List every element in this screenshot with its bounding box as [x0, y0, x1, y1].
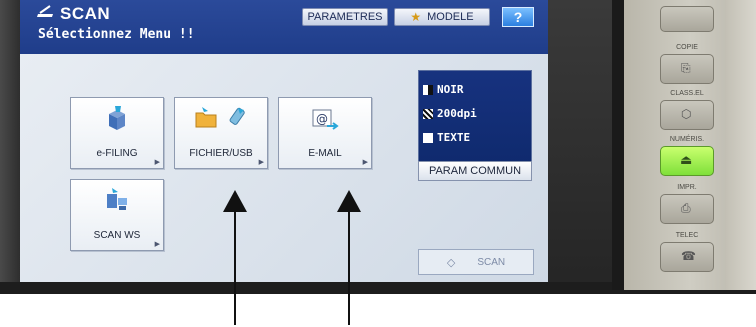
page-subtitle: Sélectionnez Menu !!	[38, 27, 195, 42]
annotation-arrow-head-email	[337, 190, 361, 212]
resolution-icon	[423, 108, 433, 119]
printer-icon: ⎙	[681, 201, 691, 215]
impr-key-label: IMPR.	[677, 184, 697, 191]
expand-arrow-icon: ▶	[154, 241, 160, 248]
copie-key-label: COPIE	[676, 44, 698, 51]
annotation-arrow-line-email	[348, 210, 350, 325]
copy-icon: ⎘	[681, 61, 691, 75]
menu-tile-email[interactable]: @ E-MAIL ▶	[278, 97, 372, 169]
top-hardware-button[interactable]	[660, 6, 714, 32]
color-mode-value: NOIR	[437, 83, 464, 96]
parametres-button[interactable]: PARAMETRES	[302, 8, 388, 26]
menu-tile-scan-ws[interactable]: SCAN WS ▶	[70, 179, 164, 251]
header-bar: SCAN Sélectionnez Menu !! PARAMETRES ★ M…	[20, 0, 548, 54]
menu-tile-label: SCAN WS	[93, 230, 141, 241]
original-mode-icon	[423, 132, 433, 143]
menu-tile-fichier-usb[interactable]: FICHIER/USB ▶	[174, 97, 268, 169]
param-commun-label: PARAM COMMUN	[428, 165, 522, 177]
modele-label: MODELE	[427, 11, 474, 23]
fax-icon: ☎	[681, 249, 696, 263]
page-title: SCAN	[60, 4, 111, 23]
numeris-key-label: NUMÉRIS.	[669, 136, 705, 143]
screen-bezel-left	[0, 0, 22, 290]
impr-key[interactable]: ⎙	[660, 194, 714, 224]
scan-start-icon: ◇	[446, 256, 456, 269]
control-panel-strip	[726, 0, 756, 290]
param-commun-button[interactable]: PARAM COMMUN	[418, 161, 532, 181]
expand-arrow-icon: ▶	[258, 159, 264, 166]
usb-drive-icon	[229, 107, 245, 125]
numeris-key[interactable]: ⏏	[660, 146, 714, 176]
class-el-key-label: CLASS.EL	[670, 90, 704, 97]
scan-button-label: SCAN	[477, 256, 506, 268]
scanner-icon	[37, 5, 53, 17]
svg-text:@: @	[316, 112, 328, 126]
class-el-key[interactable]: ⬡	[660, 100, 714, 130]
help-label: ?	[513, 9, 523, 25]
expand-arrow-icon: ▶	[362, 159, 368, 166]
telec-key[interactable]: ☎	[660, 242, 714, 272]
expand-arrow-icon: ▶	[154, 159, 160, 166]
menu-tile-efiling[interactable]: e-FILING ▶	[70, 97, 164, 169]
efiling-box-icon	[109, 106, 125, 130]
annotation-arrow-line-fichier-usb	[234, 210, 236, 325]
color-mode-icon	[423, 84, 433, 95]
scan-button[interactable]: ◇ SCAN	[418, 249, 534, 275]
menu-tile-label: FICHIER/USB	[189, 148, 253, 159]
modele-button[interactable]: ★ MODELE	[394, 8, 490, 26]
scan-ws-computer-icon	[107, 188, 127, 210]
copie-key[interactable]: ⎘	[660, 54, 714, 84]
menu-panel: e-FILING ▶ FICHIER/USB ▶ @ E-MAIL ▶ SCAN…	[20, 54, 548, 282]
star-icon: ★	[410, 10, 422, 24]
email-icon: @	[312, 109, 339, 130]
scanner-icon: ⏏	[680, 152, 693, 167]
folder-icon	[195, 107, 217, 128]
telec-key-label: TELEC	[675, 232, 699, 239]
annotation-arrow-head-fichier-usb	[223, 190, 247, 212]
help-button[interactable]: ?	[502, 7, 534, 27]
touch-screen: SCAN Sélectionnez Menu !! PARAMETRES ★ M…	[20, 0, 548, 282]
filing-icon: ⬡	[681, 107, 692, 121]
resolution-value: 200dpi	[437, 107, 477, 120]
menu-tile-label: e-FILING	[96, 148, 138, 159]
scan-settings-summary: NOIR 200dpi TEXTE	[418, 70, 532, 164]
original-mode-value: TEXTE	[437, 131, 471, 144]
menu-tile-label: E-MAIL	[308, 148, 342, 159]
parametres-label: PARAMETRES	[307, 11, 383, 23]
